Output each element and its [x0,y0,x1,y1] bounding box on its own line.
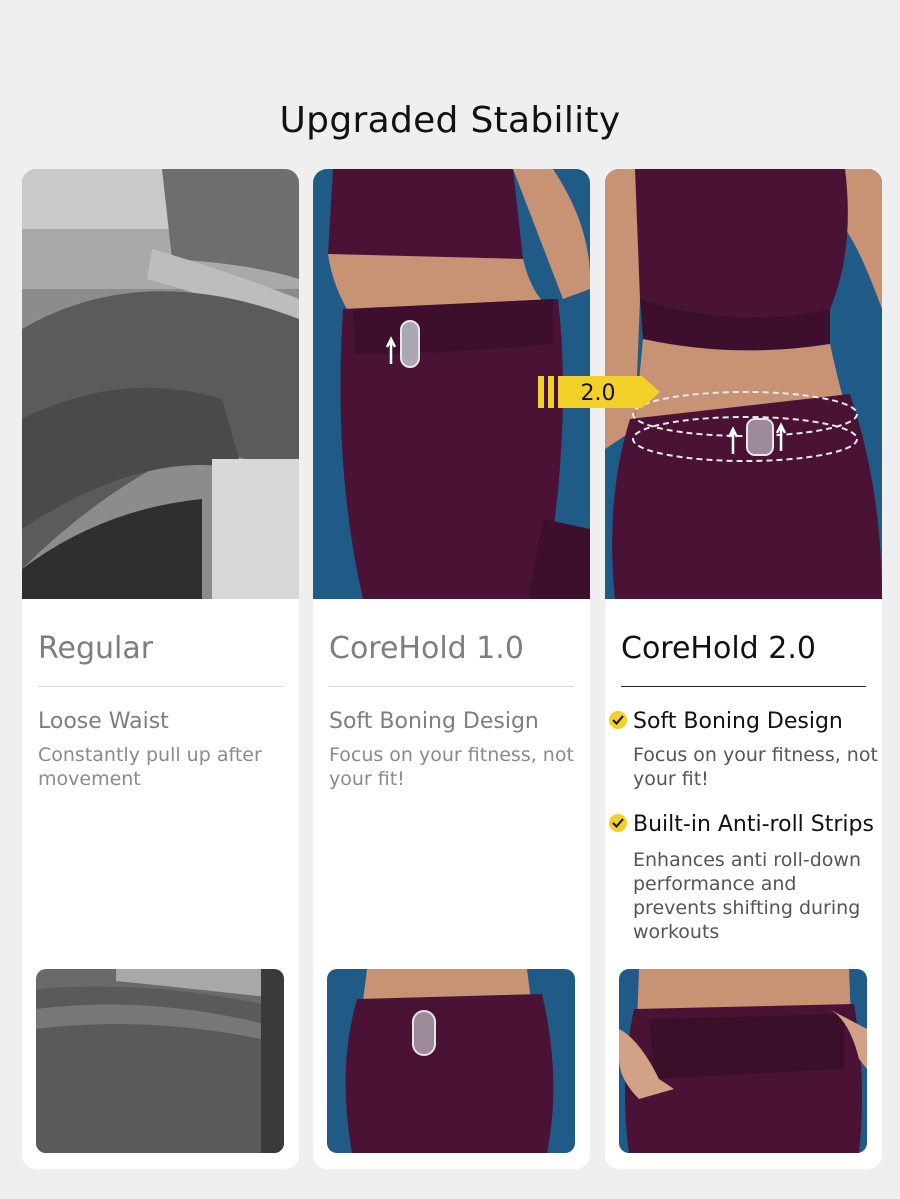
badge-label: 2.0 [581,381,616,406]
card-heading: CoreHold 1.0 [329,631,524,666]
regular-waist-thumbnail [36,969,284,1153]
check-icon [609,711,627,729]
card-description: Constantly pull up after movement [38,744,262,790]
card-heading: CoreHold 2.0 [621,631,816,666]
divider [621,686,866,687]
feature-description: Enhances anti roll-down performance and … [633,849,861,943]
corehold-1-waist-thumbnail [327,969,575,1153]
feature-title: Built-in Anti-roll Strips [609,812,874,837]
feature-title: Soft Boning Design [609,709,843,734]
comparison-card-corehold-2: CoreHold 2.0 Soft Boning Design Focus on… [605,169,882,1169]
card-description: Focus on your fitness, not your fit! [329,744,574,790]
check-icon [609,814,627,832]
card-subheading: Soft Boning Design [329,709,539,734]
comparison-card-corehold-1: CoreHold 1.0 Soft Boning Design Focus on… [313,169,590,1169]
divider [329,686,574,687]
page-title: Upgraded Stability [279,100,621,141]
upgrade-arrow-badge: 2.0 [538,376,660,408]
divider [38,686,283,687]
corehold-2-waist-thumbnail [619,969,867,1153]
card-heading: Regular [38,631,154,666]
comparison-card-regular: Regular Loose Waist Constantly pull up a… [22,169,299,1169]
regular-main-photo [22,169,299,599]
feature-description: Focus on your fitness, not your fit! [633,744,878,790]
card-subheading: Loose Waist [38,709,169,734]
